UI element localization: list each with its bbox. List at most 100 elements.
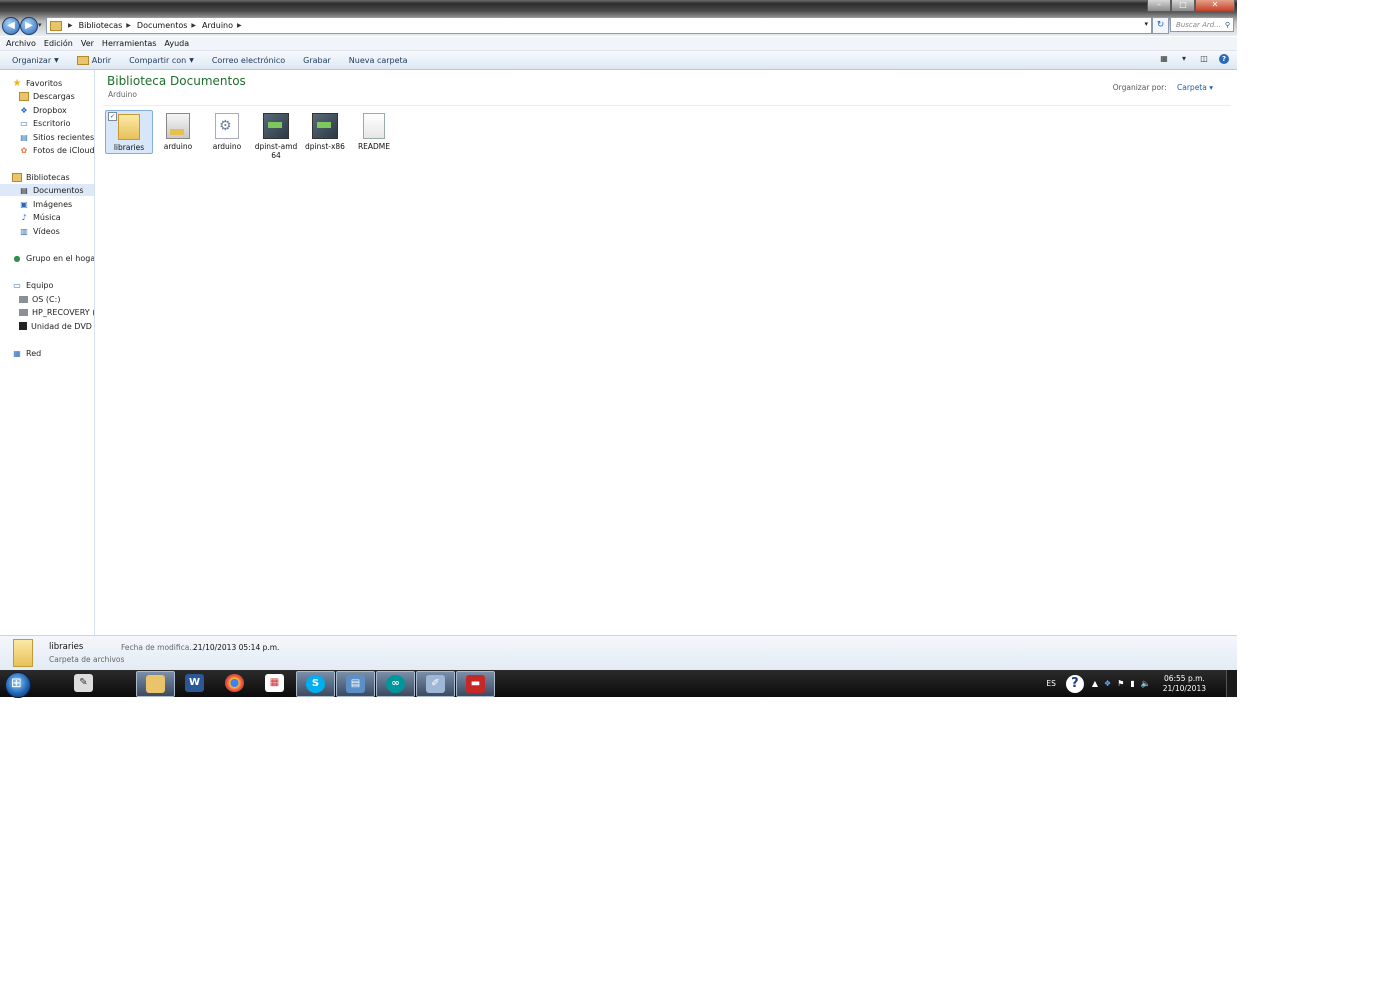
- sidebar-item-icloud[interactable]: ✿ Fotos de iCloud: [0, 144, 94, 156]
- sidebar-label: Descargas: [33, 91, 75, 101]
- chevron-right-icon[interactable]: ▶: [191, 22, 196, 29]
- breadcrumb-bibliotecas[interactable]: Bibliotecas: [79, 21, 123, 30]
- breadcrumb-documentos[interactable]: Documentos: [137, 21, 188, 30]
- system-tray: ES ? ▲ ❖ ⚑ ▮ 🔈 06:55 p.m. 21/10/2013: [1046, 670, 1237, 697]
- minimize-button[interactable]: –: [1147, 0, 1171, 12]
- sidebar-libraries[interactable]: Bibliotecas: [0, 171, 94, 183]
- taskbar-app-control-panel[interactable]: ▤: [336, 671, 375, 697]
- taskbar-app-explorer[interactable]: [136, 671, 175, 697]
- language-indicator[interactable]: ES: [1046, 679, 1056, 688]
- sidebar-item-music[interactable]: ♪ Música: [0, 211, 94, 223]
- taskbar-app-red[interactable]: ▬: [456, 671, 495, 697]
- menu-herramientas[interactable]: Herramientas: [102, 39, 157, 48]
- documents-icon: ▤: [20, 185, 28, 195]
- email-button[interactable]: Correo electrónico: [212, 56, 285, 65]
- chevron-down-icon[interactable]: ▾: [1179, 54, 1189, 64]
- taskbar-app-notes[interactable]: ✎: [65, 671, 102, 695]
- file-item[interactable]: arduino: [203, 110, 251, 154]
- sidebar-item-images[interactable]: ▣ Imágenes: [0, 198, 94, 210]
- menu-edicion[interactable]: Edición: [44, 39, 73, 48]
- taskbar-app-skype[interactable]: S: [296, 671, 335, 697]
- volume-icon[interactable]: 🔈: [1141, 679, 1151, 688]
- sidebar-favorites[interactable]: ★ Favoritos: [0, 77, 94, 89]
- dropbox-icon[interactable]: ❖: [1104, 679, 1111, 688]
- chevron-down-icon: ▾: [1209, 83, 1213, 92]
- sidebar-item-dropbox[interactable]: ❖ Dropbox: [0, 104, 94, 116]
- address-bar[interactable]: ▶ Bibliotecas ▶ Documentos ▶ Arduino ▶ ▾: [46, 17, 1152, 34]
- share-label: Compartir con: [129, 55, 187, 65]
- sidebar-label: Red: [26, 348, 42, 358]
- network-signal-icon[interactable]: ▮: [1130, 679, 1134, 688]
- chevron-right-icon[interactable]: ▶: [237, 22, 242, 29]
- network-icon: ▦: [13, 348, 21, 358]
- arrange-dropdown[interactable]: Carpeta ▾: [1177, 83, 1213, 92]
- search-input[interactable]: Buscar Ard... ⚲: [1170, 17, 1234, 32]
- forward-arrow-icon[interactable]: ▶: [20, 17, 38, 35]
- show-desktop-button[interactable]: [1226, 670, 1237, 697]
- sidebar-label: Sitios recientes: [33, 132, 94, 142]
- clock[interactable]: 06:55 p.m. 21/10/2013: [1163, 674, 1206, 694]
- downloads-folder-icon: [19, 91, 29, 101]
- view-mode-icon[interactable]: ▦: [1159, 54, 1169, 64]
- sidebar-item-downloads[interactable]: Descargas: [0, 90, 94, 102]
- open-label: Abrir: [91, 55, 112, 65]
- file-item[interactable]: README: [350, 110, 398, 154]
- taskbar-app-paint[interactable]: ✐: [416, 671, 455, 697]
- help-icon[interactable]: ?: [1065, 674, 1084, 693]
- sidebar-item-videos[interactable]: ▥ Vídeos: [0, 225, 94, 237]
- star-icon: ★: [12, 77, 22, 89]
- sidebar-item-desktop[interactable]: ▭ Escritorio: [0, 117, 94, 129]
- installer-icon: [263, 113, 289, 139]
- close-button[interactable]: ✕: [1195, 0, 1235, 12]
- search-icon[interactable]: ⚲: [1225, 18, 1230, 33]
- sidebar-item-dvd[interactable]: Unidad de DVD RV: [0, 320, 94, 332]
- file-name: libraries: [113, 143, 145, 152]
- window-controls: – □ ✕: [1147, 0, 1235, 12]
- taskbar-app-word[interactable]: W: [176, 671, 213, 695]
- preview-pane-icon[interactable]: ◫: [1199, 54, 1209, 64]
- action-center-flag-icon[interactable]: ⚑: [1117, 679, 1124, 688]
- sidebar-item-recent[interactable]: ▤ Sitios recientes: [0, 131, 94, 143]
- chevron-right-icon[interactable]: ▶: [68, 22, 73, 29]
- sidebar-homegroup[interactable]: ● Grupo en el hogar: [0, 252, 95, 264]
- sidebar-label: Equipo: [26, 280, 54, 290]
- breadcrumb-arduino[interactable]: Arduino: [202, 21, 233, 30]
- sidebar-item-documents[interactable]: ▤ Documentos: [0, 184, 94, 196]
- back-arrow-icon[interactable]: ◀: [2, 17, 20, 35]
- recent-pages-dropdown-icon[interactable]: ▾: [38, 21, 42, 29]
- sidebar-label: Documentos: [33, 185, 84, 195]
- pictures-icon: ▣: [20, 199, 28, 209]
- share-button[interactable]: Compartir con ▼: [129, 56, 194, 65]
- file-item[interactable]: dpinst-amd 64: [252, 110, 300, 160]
- file-item[interactable]: arduino: [154, 110, 202, 154]
- file-item[interactable]: ✓ libraries: [105, 110, 153, 154]
- open-button[interactable]: Abrir: [76, 55, 112, 65]
- refresh-icon[interactable]: ↻: [1152, 17, 1169, 34]
- clock-time: 06:55 p.m.: [1163, 673, 1205, 683]
- maximize-button[interactable]: □: [1171, 0, 1195, 12]
- address-dropdown-icon[interactable]: ▾: [1144, 20, 1148, 28]
- chevron-right-icon[interactable]: ▶: [126, 22, 131, 29]
- sidebar-network[interactable]: ▦ Red: [0, 347, 94, 359]
- new-folder-button[interactable]: Nueva carpeta: [349, 56, 408, 65]
- organize-button[interactable]: Organizar ▼: [12, 56, 59, 65]
- sidebar-item-drive-c[interactable]: OS (C:): [0, 293, 94, 305]
- menu-ayuda[interactable]: Ayuda: [164, 39, 189, 48]
- start-button[interactable]: [5, 672, 31, 698]
- help-icon[interactable]: ?: [1219, 54, 1229, 64]
- sidebar-computer[interactable]: ▭ Equipo: [0, 279, 94, 291]
- taskbar-app-arduino[interactable]: ∞: [376, 671, 415, 697]
- sidebar-item-drive-d[interactable]: HP_RECOVERY (D:: [0, 306, 94, 318]
- app-grid-icon: ▦: [265, 674, 284, 692]
- show-hidden-icons-icon[interactable]: ▲: [1092, 679, 1098, 688]
- sidebar-label: Unidad de DVD RV: [31, 321, 94, 331]
- chevron-down-icon: ▼: [189, 56, 194, 64]
- hard-drive-icon: [19, 308, 28, 316]
- burn-button[interactable]: Grabar: [303, 56, 331, 65]
- taskbar-app-chrome[interactable]: [216, 671, 253, 695]
- file-item[interactable]: dpinst-x86: [301, 110, 349, 154]
- menu-ver[interactable]: Ver: [81, 39, 94, 48]
- organize-label: Organizar: [12, 55, 52, 65]
- taskbar-app-grid[interactable]: ▦: [256, 671, 293, 695]
- menu-archivo[interactable]: Archivo: [6, 39, 36, 48]
